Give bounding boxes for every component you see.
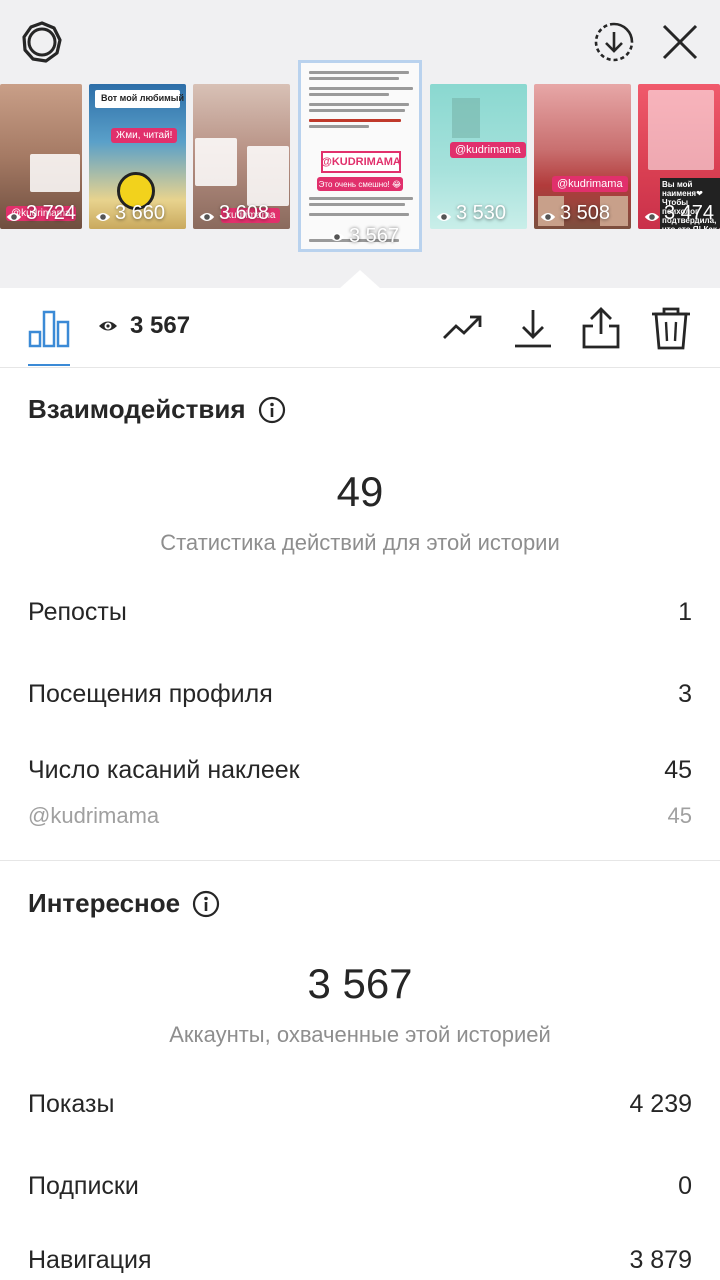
stat-row-impressions: Показы 4 239 bbox=[28, 1090, 692, 1119]
story-text-block bbox=[247, 146, 289, 206]
text-line bbox=[309, 203, 405, 206]
eye-icon bbox=[199, 207, 215, 221]
story-views: 3 474 bbox=[644, 202, 714, 225]
brand-sticker: @KUDRIMAMA bbox=[321, 151, 401, 173]
stat-label: Репосты bbox=[28, 598, 127, 626]
story-views-count: 3 508 bbox=[560, 202, 611, 224]
interactions-section-title: Взаимодействия bbox=[28, 394, 286, 425]
eye-icon bbox=[95, 207, 111, 221]
story-text-block bbox=[30, 154, 80, 192]
interactions-caption: Статистика действий для этой истории bbox=[160, 530, 560, 555]
stat-value: 1 bbox=[678, 598, 692, 626]
story-views-count: 3 530 bbox=[456, 202, 507, 224]
stat-label: Подписки bbox=[28, 1172, 139, 1200]
story-views-count: 3 724 bbox=[26, 202, 77, 224]
story-thumbnail[interactable]: @kudrimama 3 724 bbox=[0, 84, 82, 229]
text-line bbox=[309, 197, 413, 200]
story-title-text: Вот мой любимый 😅 bbox=[95, 90, 186, 108]
stat-row-sticker-mention[interactable]: @kudrimama 45 bbox=[28, 803, 692, 829]
story-views: 3 608 bbox=[199, 202, 269, 225]
story-text-block bbox=[195, 138, 237, 186]
stat-row-reposts: Репосты 1 bbox=[28, 598, 692, 627]
story-views: 3 508 bbox=[540, 202, 610, 225]
stat-row-follows: Подписки 0 bbox=[28, 1172, 692, 1201]
story-mention-tag: @kudrimama bbox=[450, 142, 526, 158]
stat-row-sticker-taps: Число касаний наклеек 45 bbox=[28, 756, 692, 785]
discovery-title-text: Интересное bbox=[28, 888, 181, 918]
views-count-value: 3 567 bbox=[130, 312, 191, 339]
discovery-section-title: Интересное bbox=[28, 888, 220, 919]
story-toolbar: 3 567 bbox=[0, 288, 720, 368]
stat-value: 4 239 bbox=[629, 1090, 692, 1118]
story-views-count: 3 660 bbox=[115, 202, 166, 224]
info-icon[interactable] bbox=[258, 396, 286, 424]
discovery-caption: Аккаунты, охваченные этой историей bbox=[169, 1022, 551, 1047]
text-line bbox=[309, 103, 409, 106]
sticker-mention-value: 45 bbox=[667, 803, 692, 828]
eye-icon bbox=[99, 321, 117, 331]
stat-value: 3 bbox=[678, 680, 692, 708]
eye-icon bbox=[644, 207, 660, 221]
text-line bbox=[309, 71, 409, 74]
story-views: 3 567 bbox=[329, 225, 399, 248]
text-line bbox=[309, 93, 389, 96]
story-views: 3 530 bbox=[436, 202, 506, 225]
trend-icon[interactable] bbox=[441, 306, 485, 350]
bar-chart-icon[interactable] bbox=[28, 308, 70, 348]
download-icon[interactable] bbox=[511, 306, 555, 350]
stat-value: 3 879 bbox=[629, 1246, 692, 1274]
story-views-count: 3 608 bbox=[219, 202, 270, 224]
story-views-count: 3 567 bbox=[349, 225, 400, 247]
story-mention-tag: @kudrimama bbox=[552, 176, 628, 192]
story-views-count: 3 474 bbox=[664, 202, 715, 224]
text-line bbox=[309, 109, 405, 112]
stat-value: 0 bbox=[678, 1172, 692, 1200]
close-icon[interactable] bbox=[658, 20, 702, 64]
info-icon[interactable] bbox=[192, 890, 220, 918]
story-thumbnail[interactable]: Вы мой наименя❤ Чтобы психолог подтверди… bbox=[638, 84, 720, 229]
selection-pointer bbox=[340, 270, 380, 288]
story-strip: @kudrimama 3 724 Вот мой любимый 😅 Жми, … bbox=[0, 0, 720, 288]
stat-label: Навигация bbox=[28, 1246, 152, 1274]
story-thumbnail[interactable]: @kudrimama 3 508 bbox=[534, 84, 631, 229]
text-line bbox=[309, 77, 399, 80]
interactions-title-text: Взаимодействия bbox=[28, 394, 246, 424]
text-line bbox=[309, 119, 401, 122]
stat-row-profile-visits: Посещения профиля 3 bbox=[28, 680, 692, 709]
download-circle-icon[interactable] bbox=[592, 20, 636, 64]
stat-label: Число касаний наклеек bbox=[28, 756, 300, 784]
sticker-mention-label: @kudrimama bbox=[28, 803, 160, 828]
stat-label: Показы bbox=[28, 1090, 115, 1118]
trash-icon[interactable] bbox=[649, 306, 693, 350]
eye-icon bbox=[540, 207, 556, 221]
stat-row-navigation: Навигация 3 879 bbox=[28, 1246, 692, 1275]
views-counter: 3 567 bbox=[98, 312, 190, 340]
share-icon[interactable] bbox=[579, 306, 623, 350]
tab-underline bbox=[28, 364, 70, 366]
eye-icon bbox=[436, 207, 452, 221]
discovery-total: 3 567 bbox=[307, 960, 413, 1007]
section-divider bbox=[0, 860, 720, 861]
text-line bbox=[309, 87, 413, 90]
stat-value: 45 bbox=[664, 756, 692, 784]
story-figure bbox=[452, 98, 480, 138]
story-views: 3 724 bbox=[6, 202, 76, 225]
story-sticker: Это очень смешно! 😂 bbox=[317, 177, 403, 191]
text-line bbox=[309, 125, 369, 128]
eye-icon bbox=[329, 232, 345, 241]
current-story-thumbnail[interactable]: @KUDRIMAMA Это очень смешно! 😂 3 567 bbox=[298, 60, 422, 252]
eye-icon bbox=[6, 207, 22, 221]
story-thumbnail[interactable]: Вот мой любимый 😅 Жми, читай! 3 660 bbox=[89, 84, 186, 229]
settings-icon[interactable] bbox=[20, 20, 64, 64]
text-line bbox=[309, 213, 409, 216]
story-thumbnail[interactable]: kudrimama 3 608 bbox=[193, 84, 290, 229]
story-sticker: Жми, читай! bbox=[111, 128, 178, 143]
story-text-block bbox=[648, 90, 714, 170]
story-views: 3 660 bbox=[95, 202, 165, 225]
interactions-total: 49 bbox=[336, 468, 384, 515]
stat-label: Посещения профиля bbox=[28, 680, 273, 708]
story-thumbnail[interactable]: @kudrimama 3 530 bbox=[430, 84, 527, 229]
